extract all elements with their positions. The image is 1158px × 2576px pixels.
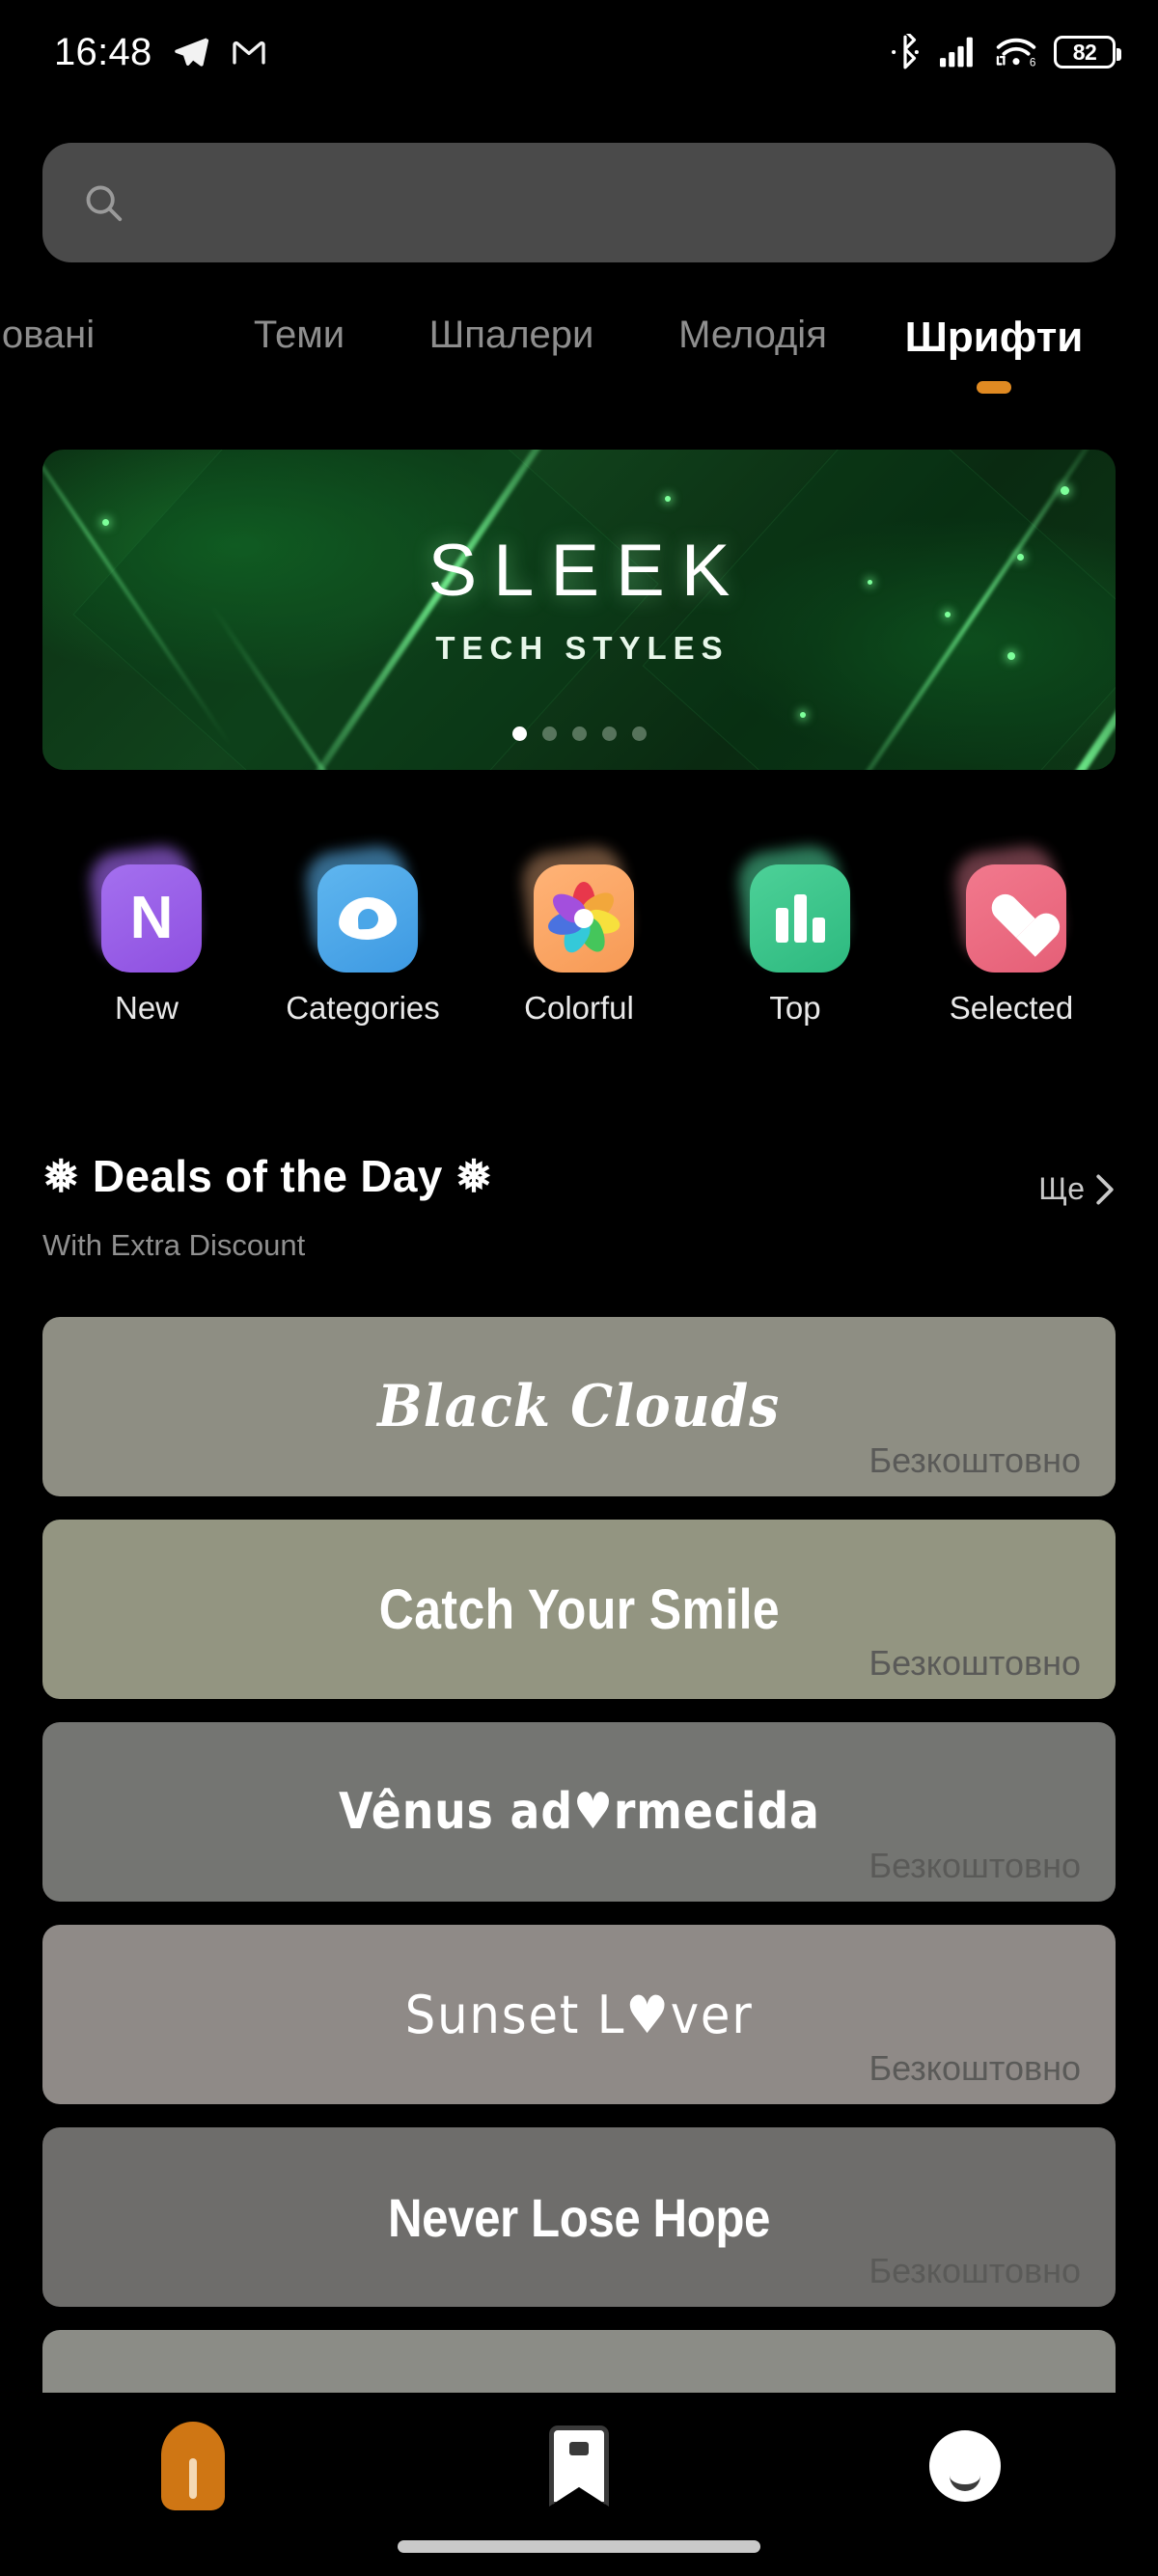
search-icon bbox=[86, 185, 123, 222]
active-tab-indicator bbox=[977, 381, 1011, 395]
category-icon-wrap bbox=[951, 842, 1068, 973]
bar-chart-icon bbox=[750, 864, 850, 973]
tab-label: Мелодія bbox=[678, 314, 827, 356]
tab-themes[interactable]: Теми bbox=[212, 309, 386, 425]
font-card-price: Безкоштовно bbox=[868, 2048, 1081, 2088]
chart-bar bbox=[775, 908, 788, 943]
font-card[interactable]: Never Lose Hope Безкоштовно bbox=[42, 2127, 1116, 2307]
banner-text-block: SLEEK TECH STYLES bbox=[42, 450, 1116, 770]
flower-shape bbox=[545, 882, 622, 957]
category-label: Top bbox=[769, 990, 821, 1026]
chevron-right-icon bbox=[1096, 1174, 1114, 1204]
smiley-face-icon bbox=[929, 2430, 1001, 2502]
category-item-top[interactable]: Top bbox=[708, 842, 882, 1027]
font-card-name: Sunset L♥ver bbox=[404, 1984, 754, 2045]
status-bar-clock: 16:48 bbox=[54, 30, 152, 73]
category-label: New bbox=[114, 990, 179, 1026]
see-more-link[interactable]: Ще bbox=[1038, 1171, 1116, 1207]
gmail-icon bbox=[232, 41, 265, 65]
section-subtitle: With Extra Discount bbox=[42, 1228, 306, 1262]
chart-bar bbox=[793, 894, 807, 943]
carousel-dot[interactable] bbox=[571, 726, 587, 741]
nav-item-bookmarks[interactable] bbox=[502, 2420, 656, 2512]
font-card-price: Безкоштовно bbox=[868, 1643, 1081, 1683]
status-bar: 16:48 6 82 bbox=[0, 0, 1158, 104]
svg-text:6: 6 bbox=[1030, 57, 1036, 69]
font-card-list: Black Clouds Безкоштовно Catch Your Smil… bbox=[42, 1317, 1116, 2533]
category-icon-wrap bbox=[518, 842, 636, 973]
promo-banner-carousel[interactable]: SLEEK TECH STYLES bbox=[42, 450, 1116, 770]
page-title: ❅ Deals of the Day ❅ bbox=[42, 1151, 493, 1201]
category-label: Selected bbox=[949, 990, 1074, 1026]
carousel-dot[interactable] bbox=[601, 726, 617, 741]
category-icon-wrap: N bbox=[86, 842, 204, 973]
category-label: Categories bbox=[286, 990, 440, 1026]
chart-bar bbox=[812, 918, 825, 943]
font-card[interactable]: Black Clouds Безкоштовно bbox=[42, 1317, 1116, 1496]
flower-center bbox=[574, 909, 593, 928]
telegram-icon bbox=[174, 38, 208, 67]
bar-chart-shape bbox=[775, 894, 825, 943]
letter-n-glyph: N bbox=[129, 885, 174, 951]
carousel-dot[interactable] bbox=[631, 726, 647, 741]
bluetooth-icon bbox=[892, 34, 919, 69]
bookmark-icon bbox=[549, 2425, 609, 2507]
category-shortcut-row: N New Categories Colorful Top Selected bbox=[0, 842, 1158, 1027]
eye-icon bbox=[317, 864, 418, 973]
category-item-selected[interactable]: Selected bbox=[924, 842, 1098, 1027]
banner-title: SLEEK bbox=[427, 529, 747, 612]
font-card-price: Безкоштовно bbox=[868, 1440, 1081, 1480]
status-bar-right: 6 82 bbox=[887, 34, 1121, 70]
carousel-dot[interactable] bbox=[541, 726, 557, 741]
category-label: Colorful bbox=[524, 990, 634, 1026]
battery-indicator: 82 bbox=[1054, 36, 1121, 69]
tab-fonts[interactable]: Шрифти bbox=[888, 309, 1100, 425]
font-card-price: Безкоштовно bbox=[868, 1846, 1081, 1885]
category-item-new[interactable]: N New bbox=[60, 842, 234, 1027]
bottom-navigation-bar bbox=[0, 2393, 1158, 2576]
battery-level-label: 82 bbox=[1072, 39, 1097, 65]
font-card[interactable]: Vênus ad♥rmecida Безкоштовно bbox=[42, 1722, 1116, 1902]
category-icon-wrap bbox=[302, 842, 420, 973]
tab-recommended[interactable]: овані bbox=[0, 309, 135, 425]
tab-label: Теми bbox=[253, 314, 345, 356]
deals-section-header: ❅ Deals of the Day ❅ Ще With Extra Disco… bbox=[42, 1150, 1116, 1263]
heart-icon bbox=[966, 864, 1066, 973]
cellular-signal-icon bbox=[940, 37, 973, 68]
category-item-colorful[interactable]: Colorful bbox=[492, 842, 666, 1027]
letter-n-icon: N bbox=[101, 864, 202, 973]
section-title-row: ❅ Deals of the Day ❅ Ще bbox=[42, 1150, 1116, 1207]
status-bar-left: 16:48 bbox=[54, 31, 268, 74]
heart-shape bbox=[990, 895, 1042, 942]
tab-label: Шрифти bbox=[904, 314, 1084, 361]
font-card-name: Vênus ad♥rmecida bbox=[338, 1783, 820, 1841]
carousel-dot[interactable] bbox=[511, 726, 527, 741]
eye-pupil bbox=[357, 908, 378, 929]
wifi-6-icon: 6 bbox=[996, 38, 1036, 69]
nav-item-profile[interactable] bbox=[888, 2420, 1042, 2512]
tab-label: Шпалери bbox=[428, 314, 594, 356]
font-card-price: Безкоштовно bbox=[868, 2251, 1081, 2290]
see-more-label: Ще bbox=[1038, 1171, 1085, 1206]
category-icon-wrap bbox=[734, 842, 852, 973]
home-rocket-icon bbox=[161, 2422, 225, 2510]
font-card-name: Catch Your Smile bbox=[378, 1577, 780, 1641]
carousel-page-dots[interactable] bbox=[42, 726, 1116, 741]
font-card-name: Never Lose Hope bbox=[388, 2186, 770, 2248]
font-card[interactable]: Catch Your Smile Безкоштовно bbox=[42, 1520, 1116, 1699]
app-screen: 16:48 6 82 овані Теми Шпалери Мелодія Шр… bbox=[0, 0, 1158, 2576]
gesture-home-bar[interactable] bbox=[398, 2540, 760, 2553]
flower-icon bbox=[534, 864, 634, 973]
category-item-categories[interactable]: Categories bbox=[276, 842, 450, 1027]
eye-shape bbox=[338, 895, 398, 942]
tab-ringtones[interactable]: Мелодія bbox=[647, 309, 859, 425]
search-input[interactable] bbox=[42, 143, 1116, 262]
category-tab-bar[interactable]: овані Теми Шпалери Мелодія Шрифти bbox=[0, 309, 1158, 425]
tab-wallpapers[interactable]: Шпалери bbox=[405, 309, 618, 425]
font-card-name: Black Clouds bbox=[377, 1373, 781, 1440]
nav-item-home[interactable] bbox=[116, 2420, 270, 2512]
tab-label: овані bbox=[1, 314, 96, 356]
banner-subtitle: TECH STYLES bbox=[435, 629, 730, 666]
font-card[interactable]: Sunset L♥ver Безкоштовно bbox=[42, 1925, 1116, 2104]
